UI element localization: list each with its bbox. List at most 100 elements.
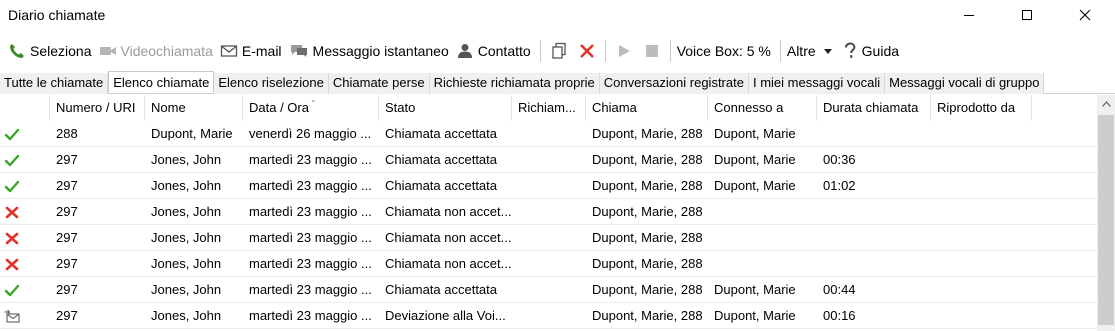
column-header-callback[interactable]: Richiam... — [512, 95, 586, 121]
cell-number: 297 — [56, 230, 78, 245]
column-header-type[interactable] — [0, 95, 50, 121]
accepted-check-icon — [4, 128, 20, 141]
cell-status: Chiamata accettata — [385, 126, 498, 141]
tab-callback-requests[interactable]: Richieste richiamata proprie — [429, 73, 600, 94]
column-header-caller[interactable]: Chiama — [586, 95, 708, 121]
cell-date: martedì 23 maggio ... — [249, 178, 372, 193]
cell-caller: Dupont, Marie, 288 — [592, 152, 703, 167]
cell-callback — [512, 251, 586, 277]
forwarded-mail-icon — [4, 309, 20, 323]
copy-button[interactable] — [547, 39, 571, 63]
tab-redial-list[interactable]: Elenco riselezione — [214, 73, 329, 94]
question-mark-icon — [844, 42, 856, 58]
cell-callback — [512, 121, 586, 147]
table-row[interactable]: 297 Jones, John martedì 23 maggio ... Devia… — [0, 303, 1097, 329]
cell-number: 288 — [56, 126, 78, 141]
tab-my-voicemails[interactable]: I miei messaggi vocali — [748, 73, 886, 94]
cell-callback — [512, 303, 586, 329]
cell-connected: Dupont, Marie — [714, 126, 796, 141]
tab-recorded-conversations[interactable]: Conversazioni registrate — [599, 73, 749, 94]
tab-all-calls[interactable]: Tutte le chiamate — [0, 73, 109, 94]
cell-callback — [512, 147, 586, 173]
tab-call-list[interactable]: Elenco chiamate — [108, 71, 215, 93]
cell-date: martedì 23 maggio ... — [249, 256, 372, 271]
minimize-button[interactable] — [946, 0, 992, 30]
select-label: Seleziona — [30, 43, 92, 59]
stop-button[interactable] — [640, 39, 664, 63]
column-header-number[interactable]: Numero / URI — [50, 95, 145, 121]
scrollbar-thumb[interactable] — [1098, 115, 1114, 325]
cell-callback — [512, 199, 586, 225]
cell-duration — [817, 121, 931, 147]
cell-name: Jones, John — [151, 308, 222, 323]
table-row[interactable]: 297 Jones, John martedì 23 maggio ... Chiam… — [0, 251, 1097, 277]
cell-played — [931, 303, 1032, 329]
cell-connected — [708, 251, 817, 277]
cell-status: Chiamata non accet... — [385, 256, 512, 271]
copy-icon — [552, 42, 566, 59]
cell-played — [931, 251, 1032, 277]
cell-played — [931, 121, 1032, 147]
table-row[interactable]: 297 Jones, John martedì 23 maggio ... Chiam… — [0, 147, 1097, 173]
cell-name: Jones, John — [151, 256, 222, 271]
cell-duration: 00:16 — [823, 308, 856, 323]
table-row[interactable]: 297 Jones, John martedì 23 maggio ... Chiam… — [0, 277, 1097, 303]
close-button[interactable] — [1062, 0, 1108, 30]
contact-button[interactable]: Contatto — [454, 39, 536, 63]
cell-played — [931, 225, 1032, 251]
cell-callback — [512, 277, 586, 303]
help-button[interactable]: Guida — [840, 39, 904, 63]
cell-caller: Dupont, Marie, 288 — [592, 256, 703, 271]
cell-callback — [512, 173, 586, 199]
contact-label: Contatto — [477, 43, 531, 59]
cell-date: martedì 23 maggio ... — [249, 152, 372, 167]
column-header-duration[interactable]: Durata chiamata — [817, 95, 931, 121]
tab-group-voicemails[interactable]: Messaggi vocali di gruppo — [885, 73, 1045, 94]
play-button[interactable] — [612, 39, 636, 63]
cell-caller: Dupont, Marie, 288 — [592, 230, 703, 245]
delete-button[interactable] — [575, 39, 599, 63]
vertical-scrollbar[interactable] — [1097, 95, 1115, 331]
scroll-up-button[interactable] — [1097, 95, 1115, 113]
cell-name: Jones, John — [151, 178, 222, 193]
chat-bubble-icon — [290, 45, 307, 57]
video-call-button[interactable]: Videochiamata — [97, 39, 218, 63]
cell-name: Jones, John — [151, 230, 222, 245]
column-header-played[interactable]: Riprodotto da — [931, 95, 1032, 121]
cell-name: Jones, John — [151, 282, 222, 297]
play-icon — [618, 45, 630, 57]
close-icon — [1079, 9, 1091, 21]
table-row[interactable]: 297 Jones, John martedì 23 maggio ... Chiam… — [0, 199, 1097, 225]
cell-name: Jones, John — [151, 204, 222, 219]
select-button[interactable]: Seleziona — [6, 39, 97, 63]
cell-duration: 00:36 — [823, 152, 856, 167]
column-header-connected[interactable]: Connesso a — [708, 95, 817, 121]
cell-played — [931, 277, 1032, 303]
instant-message-button[interactable]: Messaggio istantaneo — [287, 39, 454, 63]
person-icon — [457, 44, 472, 58]
cell-status: Chiamata non accet... — [385, 204, 512, 219]
tab-missed-calls[interactable]: Chiamate perse — [328, 73, 430, 94]
cell-connected: Dupont, Marie — [714, 282, 796, 297]
minimize-icon — [964, 15, 974, 16]
cell-status: Chiamata accettata — [385, 282, 498, 297]
column-header-name[interactable]: Nome — [145, 95, 243, 121]
envelope-icon — [220, 45, 238, 57]
more-dropdown[interactable]: Altre — [785, 39, 840, 63]
delete-x-icon — [579, 44, 594, 58]
cell-played — [931, 147, 1032, 173]
more-label: Altre — [786, 43, 816, 59]
email-button[interactable]: E-mail — [218, 39, 287, 63]
missed-x-icon — [5, 258, 19, 271]
column-header-status[interactable]: Stato — [379, 95, 512, 121]
table-row[interactable]: 288 Dupont, Marie venerdì 26 maggio ... Chi… — [0, 121, 1097, 147]
cell-connected — [708, 199, 817, 225]
cell-caller: Dupont, Marie, 288 — [592, 308, 703, 323]
help-label: Guida — [861, 43, 900, 59]
table-row[interactable]: 297 Jones, John martedì 23 maggio ... Chiam… — [0, 173, 1097, 199]
maximize-button[interactable] — [1004, 0, 1050, 30]
table-header: Numero / URI Nome Data / Ora ⌄ Stato Ric… — [0, 95, 1097, 121]
table-row[interactable]: 297 Jones, John martedì 23 maggio ... Chiam… — [0, 225, 1097, 251]
tab-strip: Tutte le chiamate Elenco chiamate Elenco… — [0, 71, 1115, 94]
instant-message-label: Messaggio istantaneo — [312, 43, 449, 59]
